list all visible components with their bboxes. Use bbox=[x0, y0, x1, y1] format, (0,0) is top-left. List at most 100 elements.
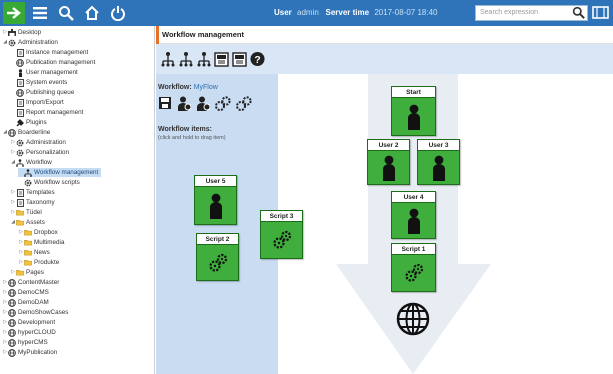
tree-item-workflow[interactable]: ◢ Workflow bbox=[10, 158, 52, 167]
tree-item-label: Dropbox bbox=[34, 229, 58, 236]
tree-item-publishing-queue[interactable]: Publishing queue bbox=[10, 88, 74, 97]
search-button-icon[interactable] bbox=[572, 6, 585, 21]
workflow-item-user4[interactable]: User 4 bbox=[391, 191, 436, 239]
tree-item-label: Multimedia bbox=[34, 239, 65, 246]
top-icons bbox=[3, 2, 129, 24]
flow-icon bbox=[16, 158, 24, 167]
home-icon[interactable] bbox=[81, 2, 103, 24]
tree-item-user-management[interactable]: User management bbox=[10, 68, 78, 77]
workflow-item-title: User 5 bbox=[195, 176, 236, 187]
tree-item-workflow-management[interactable]: Workflow management bbox=[18, 168, 102, 177]
gear-icon bbox=[16, 139, 24, 146]
tree-item-label: Instance management bbox=[26, 49, 89, 56]
user-info: User admin Server time 2017-08-07 18:40 bbox=[274, 8, 438, 17]
tree-item-dropbox[interactable]: ▷ Dropbox bbox=[18, 228, 58, 237]
navigation-tree: ▷ Desktop ◢ Administration Instance manageme… bbox=[0, 26, 155, 374]
tree-item-label: News bbox=[34, 249, 50, 256]
globe-icon bbox=[8, 288, 16, 297]
menu-icon[interactable] bbox=[29, 2, 51, 24]
tree-item-administration[interactable]: ▷ Administration bbox=[10, 138, 66, 147]
user-value: admin bbox=[297, 8, 319, 17]
tree-item-hypercloud[interactable]: ▷ hyperCLOUD bbox=[2, 328, 56, 337]
folder-icon bbox=[24, 239, 32, 246]
tree-item-assets[interactable]: ◢ Assets bbox=[10, 218, 45, 227]
workflow-canvas bbox=[278, 74, 613, 374]
add-user-item-2-icon[interactable] bbox=[196, 96, 211, 113]
user-icon bbox=[368, 151, 409, 184]
tree-item-desktop[interactable]: ▷ Desktop bbox=[2, 28, 41, 37]
workflow-item-start[interactable]: Start bbox=[391, 86, 436, 136]
tree-item-contentmaster[interactable]: ▷ ContentMaster bbox=[2, 278, 59, 287]
save-icon[interactable] bbox=[158, 96, 172, 113]
tree-item-workflow-scripts[interactable]: Workflow scripts bbox=[18, 178, 80, 187]
tree-item-label: Assets bbox=[26, 219, 45, 226]
tree-item-administration[interactable]: ◢ Administration bbox=[2, 38, 58, 47]
tree-item-label: Personalization bbox=[26, 149, 70, 156]
tree-item-demodam[interactable]: ▷ DemoDAM bbox=[2, 298, 49, 307]
workflow-item-user2[interactable]: User 2 bbox=[367, 139, 410, 185]
tree-item-label: Development bbox=[18, 319, 56, 326]
tree-item-import-export[interactable]: Import/Export bbox=[10, 98, 64, 107]
add-workflow-icon[interactable] bbox=[160, 50, 175, 68]
doc-icon bbox=[16, 188, 24, 197]
tree-item-demoshowcases[interactable]: ▷ DemoShowCases bbox=[2, 308, 68, 317]
import-icon[interactable] bbox=[214, 50, 229, 68]
doc-icon bbox=[16, 98, 24, 107]
folder-icon bbox=[24, 249, 32, 256]
user-icon bbox=[195, 187, 236, 224]
tree-item-personalization[interactable]: ▷ Personalization bbox=[10, 148, 69, 157]
add-script-item-2-icon[interactable] bbox=[236, 96, 252, 113]
workflow-item-title: Script 2 bbox=[197, 234, 238, 245]
add-script-item-icon[interactable] bbox=[215, 96, 231, 113]
help-icon[interactable]: ? bbox=[250, 50, 265, 68]
tree-item-instance-management[interactable]: Instance management bbox=[10, 48, 88, 57]
workflow-item-title: User 3 bbox=[418, 140, 459, 151]
workflow-item-script3[interactable]: Script 3 bbox=[260, 210, 303, 259]
globe-icon bbox=[8, 328, 16, 337]
tree-item-label: MyPublication bbox=[18, 349, 58, 356]
globe-icon bbox=[16, 88, 24, 97]
tree-item-plugins[interactable]: Plugins bbox=[10, 118, 47, 127]
tree-item-hypercms[interactable]: ▷ hyperCMS bbox=[2, 338, 48, 347]
workflow-item-script1[interactable]: Script 1 bbox=[391, 243, 436, 292]
workflow-item-user5[interactable]: User 5 bbox=[194, 175, 237, 225]
tree-item-boarderline[interactable]: ◢ Boarderline bbox=[2, 128, 50, 137]
add-user-item-icon[interactable] bbox=[177, 96, 192, 113]
globe-icon bbox=[8, 348, 16, 357]
power-icon[interactable] bbox=[107, 2, 129, 24]
globe-icon bbox=[8, 278, 16, 287]
tree-item-produkte[interactable]: ▷ Produkte bbox=[18, 258, 59, 267]
tree-item-taxonomy[interactable]: ▷ Taxonomy bbox=[10, 198, 55, 207]
tree-item-label: Boarderline bbox=[18, 129, 51, 136]
tree-item-system-events[interactable]: System events bbox=[10, 78, 67, 87]
export-icon[interactable] bbox=[232, 50, 247, 68]
globe-icon bbox=[8, 338, 16, 347]
delete-workflow-icon[interactable] bbox=[196, 50, 211, 68]
tree-item-label: Templates bbox=[26, 189, 55, 196]
tree-item-multimedia[interactable]: ▷ Multimedia bbox=[18, 238, 64, 247]
tree-item-development[interactable]: ▷ Development bbox=[2, 318, 55, 327]
workflow-item-script2[interactable]: Script 2 bbox=[196, 233, 239, 281]
tree-item-t-del[interactable]: ▷ Tüdel bbox=[10, 208, 42, 217]
tree-item-democms[interactable]: ▷ DemoCMS bbox=[2, 288, 49, 297]
workflow-item-user3[interactable]: User 3 bbox=[417, 139, 460, 185]
tree-item-publication-management[interactable]: Publication management bbox=[10, 58, 95, 67]
tree-item-templates[interactable]: ▷ Templates bbox=[10, 188, 55, 197]
tree-item-news[interactable]: ▷ News bbox=[18, 248, 50, 257]
tree-item-mypublication[interactable]: ▷ MyPublication bbox=[2, 348, 57, 357]
doc-icon bbox=[16, 108, 24, 117]
doc-icon bbox=[16, 48, 24, 57]
tree-item-label: Report management bbox=[26, 109, 84, 116]
window-icon[interactable] bbox=[592, 5, 609, 22]
tree-item-report-management[interactable]: Report management bbox=[10, 108, 83, 117]
arrow-right-icon[interactable] bbox=[3, 2, 25, 24]
edit-workflow-icon[interactable] bbox=[178, 50, 193, 68]
workflow-item-title: Start bbox=[392, 87, 435, 98]
tree-item-label: DemoCMS bbox=[18, 289, 49, 296]
search-icon[interactable] bbox=[55, 2, 77, 24]
folder-icon bbox=[16, 209, 24, 216]
user-label: User bbox=[274, 8, 292, 17]
tree-item-label: DemoShowCases bbox=[18, 309, 69, 316]
plugin-icon bbox=[16, 118, 24, 126]
tree-item-pages[interactable]: ▷ Pages bbox=[10, 268, 44, 277]
